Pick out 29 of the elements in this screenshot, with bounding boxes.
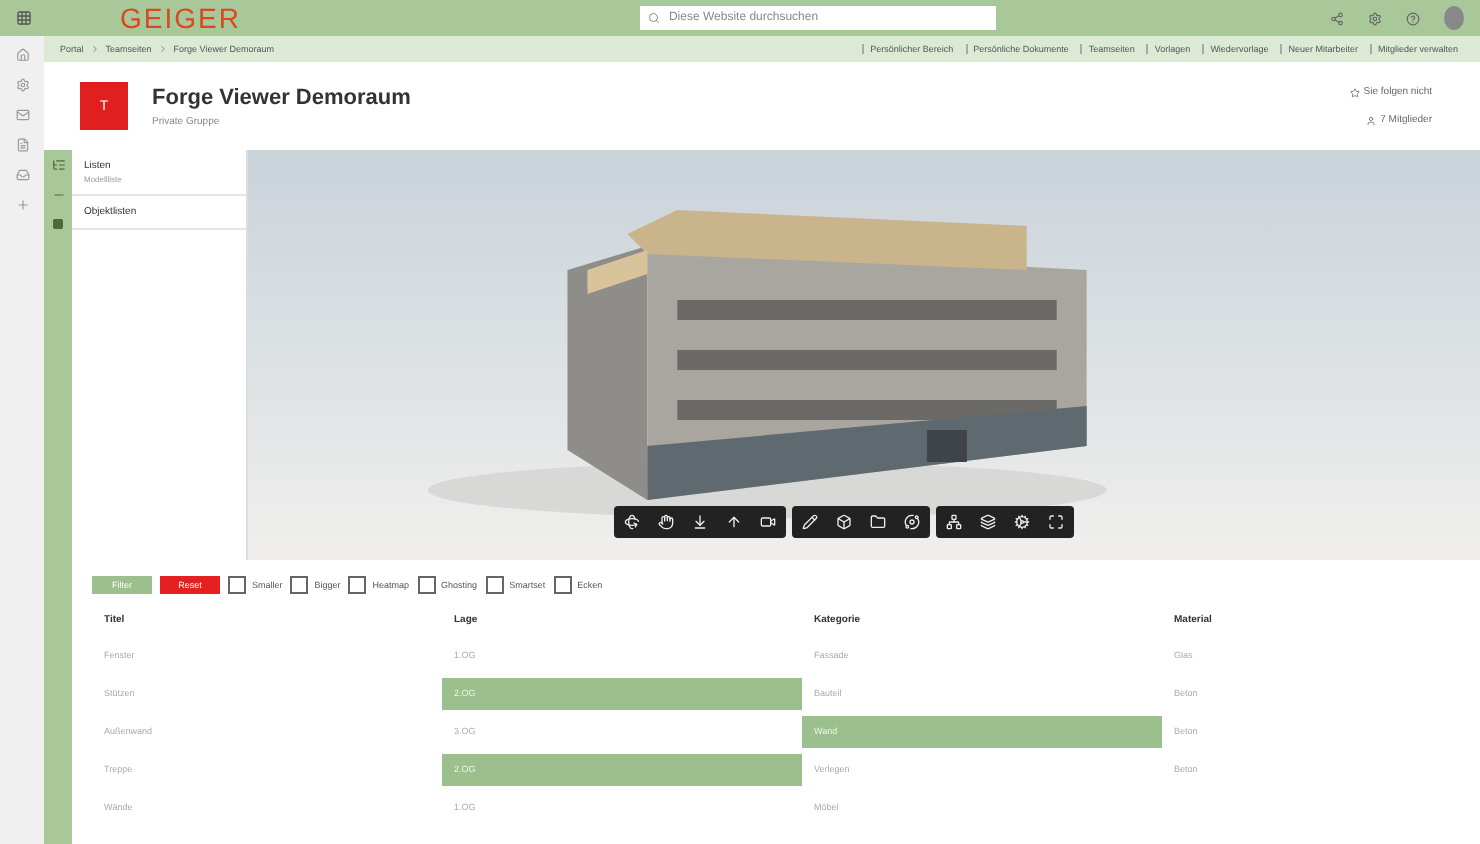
camera-icon[interactable] — [760, 514, 776, 530]
rail-icon[interactable] — [15, 48, 29, 62]
share-icon[interactable] — [1330, 11, 1344, 25]
tree-icon[interactable] — [51, 158, 65, 172]
avatar[interactable] — [1444, 6, 1464, 30]
download-arrow-icon[interactable] — [692, 514, 708, 530]
fullscreen-icon[interactable] — [1048, 514, 1064, 530]
layers-icon[interactable] — [980, 514, 996, 530]
rail-icon[interactable] — [15, 108, 29, 122]
rail-icon[interactable] — [15, 78, 29, 92]
hand-icon[interactable] — [658, 514, 674, 530]
site-title: Forge Viewer Demoraum — [152, 85, 411, 109]
rail-icon[interactable] — [15, 138, 29, 152]
chevron-icon — [157, 44, 168, 54]
person-icon[interactable] — [1366, 115, 1377, 125]
orbit-icon[interactable] — [624, 514, 640, 530]
up-arrow-icon[interactable] — [726, 514, 742, 530]
rail-icon[interactable] — [15, 168, 29, 182]
star-icon[interactable] — [1349, 87, 1360, 97]
help-icon[interactable] — [1406, 11, 1420, 25]
rotate-icon[interactable] — [904, 514, 920, 530]
chevron-icon — [89, 44, 100, 54]
hierarchy-icon[interactable] — [946, 514, 962, 530]
folder-icon[interactable] — [870, 514, 886, 530]
search-icon — [648, 12, 661, 24]
pencil-icon[interactable] — [802, 514, 818, 530]
cube-icon[interactable] — [836, 514, 852, 530]
app-launcher-icon[interactable] — [16, 10, 32, 26]
square-icon[interactable] — [52, 218, 64, 230]
